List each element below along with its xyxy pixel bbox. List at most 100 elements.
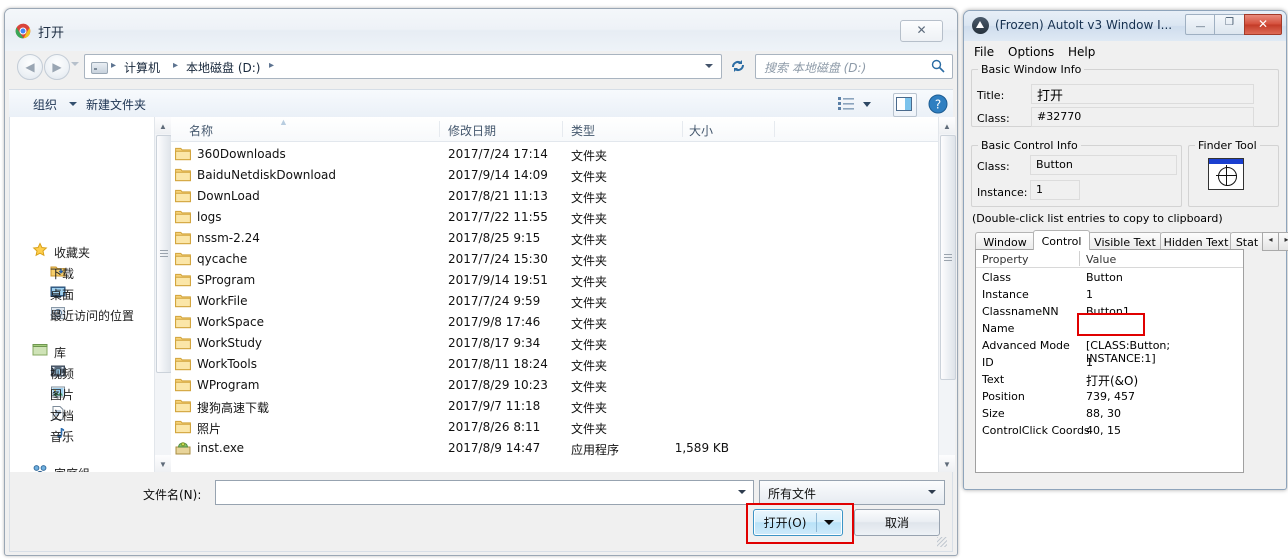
property-row[interactable]: Size 88, 30 [976,405,1243,422]
recent-pages-icon[interactable] [71,62,79,66]
table-row[interactable]: inst.exe 2017/8/9 14:47 应用程序 1,589 KB [171,438,938,459]
column-divider[interactable] [682,121,683,137]
chevron-down-icon[interactable] [705,64,713,68]
property-row[interactable]: Position 739, 457 [976,388,1243,405]
new-folder-button[interactable]: 新建文件夹 [86,96,146,113]
forward-button[interactable]: ▶ [44,54,70,80]
table-row[interactable]: WorkStudy 2017/8/17 9:34 文件夹 [171,333,938,354]
close-button[interactable]: ✕ [1244,14,1282,35]
nav-item-recent-places[interactable]: 最近访问的位置 [50,307,134,324]
maximize-icon: ❐ [1225,17,1234,28]
table-row[interactable]: BaiduNetdiskDownload 2017/9/14 14:09 文件夹 [171,165,938,186]
column-divider[interactable] [1079,251,1080,266]
table-row[interactable]: 搜狗高速下载 2017/9/7 11:18 文件夹 [171,396,938,417]
property-row[interactable]: ControlClick Coords 40, 15 [976,422,1243,439]
file-list-pane[interactable]: 名称 ▲ 修改日期 类型 大小 360Downloads 2017/7/24 17… [171,117,938,472]
nav-group-favorites[interactable]: 收藏夹 [54,244,90,261]
nav-item-documents[interactable]: 文档 [50,407,74,424]
scroll-down-button[interactable]: ▼ [155,455,171,472]
property-name: ControlClick Coords [982,424,1090,437]
maximize-button[interactable]: ❐ [1214,14,1245,35]
table-row[interactable]: WorkTools 2017/8/11 18:24 文件夹 [171,354,938,375]
list-view-icon[interactable] [835,93,859,115]
table-row[interactable]: 360Downloads 2017/7/24 17:14 文件夹 [171,144,938,165]
breadcrumb-local-disk-d[interactable]: 本地磁盘 (D:) [186,59,260,76]
breadcrumb-computer[interactable]: 计算机 [124,59,160,76]
nav-item-downloads[interactable]: 下载 [50,265,74,282]
nav-item-music[interactable]: 音乐 [50,428,74,445]
tab-window[interactable]: Window [975,232,1035,250]
property-row[interactable]: ID 1 [976,354,1243,371]
cancel-button[interactable]: 取消 [854,509,940,536]
scroll-up-button[interactable]: ▲ [155,117,171,134]
file-list-scrollbar[interactable]: ▲ ▼ [938,117,956,472]
help-icon[interactable]: ? [927,93,949,115]
dialog-titlebar[interactable]: 打开 ✕ [5,9,957,51]
table-row[interactable]: DownLoad 2017/8/21 11:13 文件夹 [171,186,938,207]
menu-help[interactable]: Help [1068,45,1095,59]
column-header-name[interactable]: 名称 [189,122,213,139]
nav-item-pictures[interactable]: 图片 [50,386,74,403]
nav-item-videos[interactable]: 视频 [50,365,74,382]
table-row[interactable]: 照片 2017/8/26 8:11 文件夹 [171,417,938,438]
column-divider[interactable] [562,121,563,137]
column-header-type[interactable]: 类型 [571,122,595,139]
nav-group-libraries[interactable]: 库 [54,344,66,361]
column-divider[interactable] [774,121,775,137]
column-header-date-modified[interactable]: 修改日期 [448,122,496,139]
tab-visible-text[interactable]: Visible Text [1088,232,1162,250]
property-column-header[interactable]: Property [982,253,1029,266]
nav-pane-scrollbar[interactable]: ▲ ▼ [154,117,172,472]
table-row[interactable]: WorkSpace 2017/9/8 17:46 文件夹 [171,312,938,333]
cell-date-modified: 2017/8/26 8:11 [448,420,541,434]
property-list[interactable]: Property Value Class Button Instance 1 Class… [975,249,1244,473]
cell-name: 搜狗高速下载 [197,401,270,415]
autoit-titlebar[interactable]: (Frozen) AutoIt v3 Window I... — ❐ ✕ [964,11,1286,42]
refresh-icon[interactable] [729,57,747,75]
chevron-down-icon[interactable] [738,490,746,494]
file-type-filter-select[interactable]: 所有文件 [759,480,945,505]
view-options-chevron-icon[interactable] [863,102,871,107]
filename-input[interactable] [215,480,754,505]
open-button[interactable]: 打开(O) [753,509,843,536]
column-divider[interactable] [439,121,440,137]
minimize-button[interactable]: — [1185,14,1216,35]
table-row[interactable]: WProgram 2017/8/29 10:23 文件夹 [171,375,938,396]
menu-file[interactable]: File [974,45,994,59]
table-row[interactable]: qycache 2017/7/24 15:30 文件夹 [171,249,938,270]
property-row[interactable]: Instance 1 [976,286,1243,303]
window-title-field[interactable] [1031,84,1254,104]
back-button[interactable]: ◀ [17,54,43,80]
table-row[interactable]: logs 2017/7/22 11:55 文件夹 [171,207,938,228]
menu-options[interactable]: Options [1008,45,1054,59]
scrollbar-thumb[interactable] [940,135,956,380]
scroll-down-button[interactable]: ▼ [939,455,955,472]
address-bar[interactable]: ▸ 计算机 ▸ 本地磁盘 (D:) ▸ [84,54,722,79]
value-column-header[interactable]: Value [1086,253,1116,266]
search-input[interactable]: 搜索 本地磁盘 (D:) [755,54,953,79]
property-row[interactable]: Class Button [976,269,1243,286]
finder-titlebar-strip [1209,159,1243,164]
nav-item-desktop[interactable]: 桌面 [50,286,74,303]
table-row[interactable]: nssm-2.24 2017/8/25 9:15 文件夹 [171,228,938,249]
chevron-down-icon[interactable] [69,102,77,106]
tab-stat[interactable]: Stat [1230,232,1264,250]
organize-button[interactable]: 组织 [33,96,57,113]
scrollbar-thumb[interactable] [156,135,172,373]
finder-target-icon[interactable] [1208,158,1244,190]
table-row[interactable]: SProgram 2017/9/14 19:51 文件夹 [171,270,938,291]
close-button[interactable]: ✕ [900,20,943,42]
scroll-up-button[interactable]: ▲ [939,117,955,134]
chevron-down-icon[interactable] [824,520,834,525]
resize-grip-icon[interactable] [937,537,947,547]
property-row[interactable]: Advanced Mode [CLASS:Button; INSTANCE:1] [976,337,1243,365]
preview-pane-button[interactable] [893,93,917,117]
tab-hidden-text[interactable]: Hidden Text [1160,232,1232,250]
tab-control[interactable]: Control [1033,230,1090,250]
property-row[interactable]: Text 打开(&O) [976,371,1243,388]
tab-scroll-next-button[interactable]: ▸ [1278,232,1288,251]
tab-scroll-prev-button[interactable]: ◂ [1262,232,1279,251]
table-row[interactable]: WorkFile 2017/7/24 9:59 文件夹 [171,291,938,312]
column-header-size[interactable]: 大小 [689,122,713,139]
nav-group-homegroup[interactable]: 家庭组 [54,465,90,472]
